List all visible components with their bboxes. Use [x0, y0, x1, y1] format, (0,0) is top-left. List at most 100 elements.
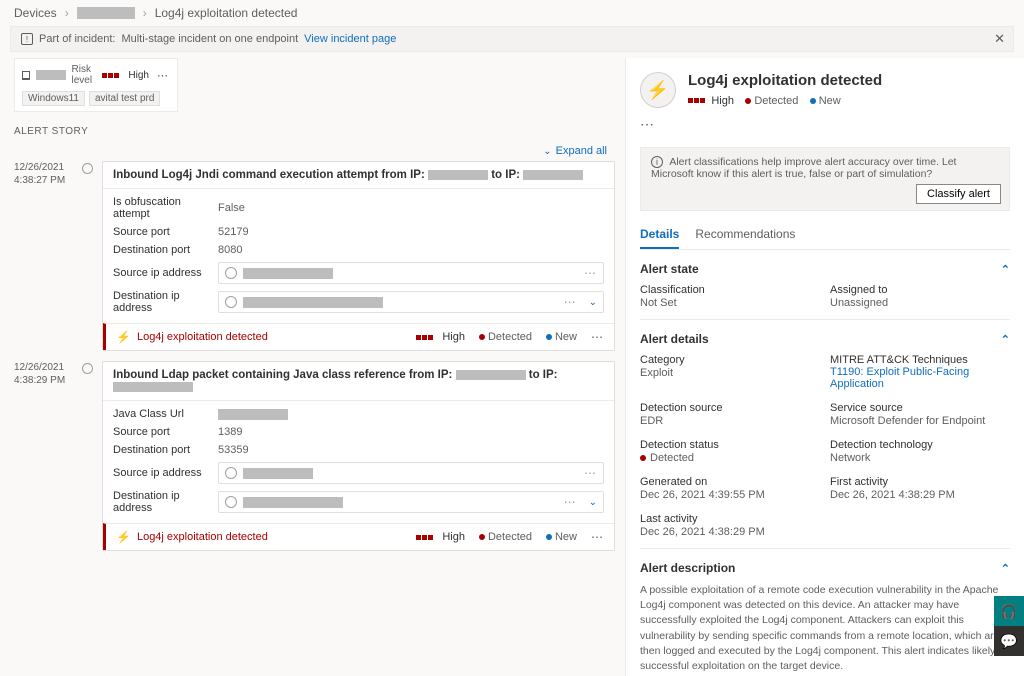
- help-headset-icon[interactable]: 🎧: [994, 596, 1024, 626]
- ip-redacted: [243, 297, 383, 308]
- bolt-icon: ⚡: [640, 72, 676, 108]
- field-label: First activity: [830, 476, 1010, 488]
- field-value: Not Set: [640, 297, 820, 309]
- more-dots-icon[interactable]: ⋯: [564, 495, 577, 509]
- story-event: 12/26/2021 4:38:29 PM Inbound Ldap packe…: [14, 361, 615, 551]
- severity-icon: [416, 335, 433, 340]
- source-ip-entity[interactable]: ⋯: [218, 262, 604, 284]
- more-dots-icon[interactable]: ⋯: [591, 330, 604, 344]
- severity-icon: [688, 98, 705, 103]
- field-label: Detection source: [640, 402, 820, 414]
- right-panel: ⚡ Log4j exploitation detected High Detec…: [625, 58, 1024, 676]
- status-text: New: [555, 531, 577, 543]
- tab-recommendations[interactable]: Recommendations: [695, 221, 795, 249]
- alert-story-heading: ALERT STORY: [14, 126, 615, 137]
- status-text: Detected: [754, 95, 798, 107]
- section-alert-details[interactable]: Alert details ⌃: [640, 332, 1010, 346]
- prop-label: Is obfuscation attempt: [113, 196, 218, 220]
- incident-prefix: Part of incident:: [39, 33, 115, 45]
- related-alert-banner[interactable]: ⚡ Log4j exploitation detected High Detec…: [103, 523, 614, 550]
- severity-icon: [102, 73, 119, 78]
- chevron-down-icon[interactable]: ⌄: [589, 497, 597, 508]
- expand-all-label: Expand all: [556, 145, 607, 157]
- prop-value: 8080: [218, 244, 242, 256]
- timeline-node-icon: [82, 363, 93, 374]
- mitre-link[interactable]: T1190: Exploit Public-Facing Application: [830, 366, 969, 390]
- field-value: Microsoft Defender for Endpoint: [830, 415, 1010, 427]
- field-label: Service source: [830, 402, 1010, 414]
- breadcrumb-device-redacted[interactable]: [77, 7, 135, 19]
- prop-label: Destination ip address: [113, 490, 218, 514]
- globe-icon: [225, 467, 237, 479]
- prop-label: Source ip address: [113, 267, 218, 279]
- close-icon[interactable]: ✕: [994, 31, 1005, 47]
- status-text: Detected: [488, 531, 532, 543]
- section-alert-description[interactable]: Alert description ⌃: [640, 561, 1010, 575]
- severity-text: High: [442, 331, 465, 343]
- classify-alert-button[interactable]: Classify alert: [916, 184, 1001, 204]
- risk-level-label: Risk level: [72, 64, 97, 86]
- field-label: Classification: [640, 284, 820, 296]
- incident-text: Multi-stage incident on one endpoint: [121, 33, 298, 45]
- field-value: Dec 26, 2021 4:39:55 PM: [640, 489, 820, 501]
- prop-value: 53359: [218, 444, 249, 456]
- source-ip-entity[interactable]: ⋯: [218, 462, 604, 484]
- destination-ip-entity[interactable]: ⋯ ⌄: [218, 491, 604, 513]
- prop-label: Source ip address: [113, 467, 218, 479]
- more-dots-icon[interactable]: ⋯: [564, 295, 577, 309]
- severity-text: High: [128, 70, 149, 81]
- shield-icon: !: [21, 33, 33, 45]
- related-alert-banner[interactable]: ⚡ Log4j exploitation detected High Detec…: [103, 323, 614, 350]
- dot-icon: [479, 534, 485, 540]
- device-card[interactable]: Risk level High ⋯ Windows11 avital test …: [14, 58, 178, 112]
- field-value: Dec 26, 2021 4:38:29 PM: [640, 526, 820, 538]
- flash-icon: ⚡: [116, 530, 131, 544]
- field-label: Category: [640, 354, 820, 366]
- breadcrumb-root[interactable]: Devices: [14, 6, 57, 20]
- breadcrumb: Devices › › Log4j exploitation detected: [0, 0, 1024, 26]
- timeline-node-icon: [82, 163, 93, 174]
- field-label: Detection technology: [830, 439, 1010, 451]
- notice-text: Alert classifications help improve alert…: [651, 156, 956, 180]
- more-dots-icon[interactable]: ⋯: [591, 530, 604, 544]
- field-label: Generated on: [640, 476, 820, 488]
- globe-icon: [225, 267, 237, 279]
- ip-redacted: [243, 468, 313, 479]
- more-dots-icon[interactable]: ⋯: [155, 69, 170, 82]
- dot-icon: [810, 98, 816, 104]
- severity-icon: [416, 535, 433, 540]
- prop-label: Java Class Url: [113, 408, 218, 420]
- section-alert-state[interactable]: Alert state ⌃: [640, 262, 1010, 276]
- field-value: Network: [830, 452, 1010, 464]
- prop-label: Source port: [113, 226, 218, 238]
- destination-ip-entity[interactable]: ⋯ ⌄: [218, 291, 604, 313]
- status-text: Detected: [488, 331, 532, 343]
- laptop-icon: [22, 71, 30, 80]
- chevron-down-icon[interactable]: ⌄: [589, 297, 597, 308]
- more-dots-icon[interactable]: ⋯: [640, 116, 1010, 141]
- feedback-chat-icon[interactable]: 💬: [994, 626, 1024, 656]
- incident-banner: ! Part of incident: Multi-stage incident…: [10, 26, 1014, 52]
- device-tag[interactable]: Windows11: [22, 91, 85, 106]
- expand-all-button[interactable]: ⌄ Expand all: [14, 145, 615, 157]
- tab-details[interactable]: Details: [640, 221, 679, 249]
- event-title[interactable]: Inbound Ldap packet containing Java clas…: [103, 362, 614, 401]
- prop-value: 52179: [218, 226, 249, 238]
- ip-redacted: [243, 497, 343, 508]
- prop-value: False: [218, 202, 245, 214]
- view-incident-link[interactable]: View incident page: [304, 33, 396, 45]
- dot-icon: [546, 534, 552, 540]
- device-tag[interactable]: avital test prd: [89, 91, 160, 106]
- chevron-up-icon: ⌃: [1001, 333, 1010, 346]
- field-value: Dec 26, 2021 4:38:29 PM: [830, 489, 1010, 501]
- alert-title-heading: Log4j exploitation detected: [688, 72, 882, 89]
- more-dots-icon[interactable]: ⋯: [584, 266, 597, 280]
- dot-icon: [745, 98, 751, 104]
- flash-icon: ⚡: [116, 330, 131, 344]
- more-dots-icon[interactable]: ⋯: [584, 466, 597, 480]
- event-title[interactable]: Inbound Log4j Jndi command execution att…: [103, 162, 614, 189]
- severity-text: High: [711, 95, 734, 107]
- event-time: 4:38:27 PM: [14, 174, 72, 187]
- globe-icon: [225, 296, 237, 308]
- globe-icon: [225, 496, 237, 508]
